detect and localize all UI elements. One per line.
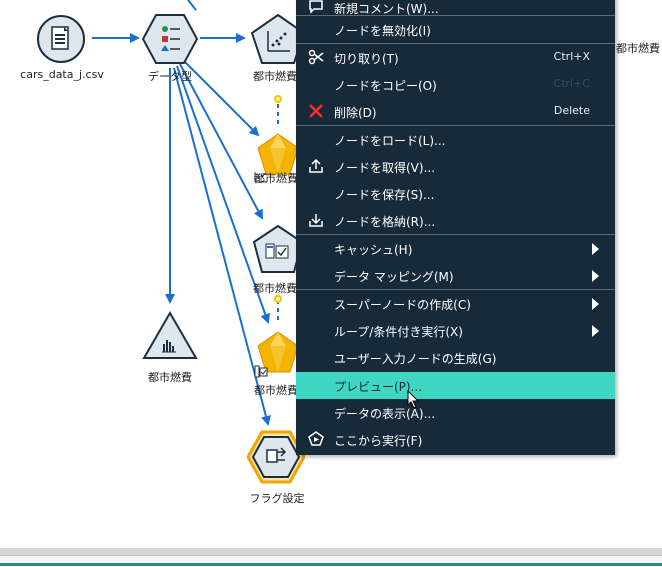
model1-node-label: 都市燃費 <box>254 172 298 185</box>
menu-item-run-from-here[interactable]: ここから実行(F) <box>296 426 615 453</box>
menu-item-loop-conditional[interactable]: ループ/条件付き実行(X) <box>296 317 615 344</box>
flag-node-label: フラグ設定 <box>249 492 305 505</box>
database-file-icon <box>37 15 85 63</box>
histogram-node-label: 都市燃費 <box>148 371 192 384</box>
type-node-label: データ型 <box>148 70 192 83</box>
menu-item-generate-user-input[interactable]: ユーザー入力ノードの生成(G) <box>296 344 615 371</box>
context-menu: 新規コメント(W)... ノードを無効化(I) 切り取り(T) Ctrl+X ノ… <box>296 0 615 455</box>
source-node[interactable] <box>36 14 86 64</box>
link-type-model1 <box>182 59 260 137</box>
menu-item-show-data[interactable]: データの表示(A)... <box>296 399 615 426</box>
delete-x-icon <box>308 103 324 119</box>
canvas-scrollbar-area <box>0 548 662 567</box>
mouse-cursor-icon <box>407 390 420 409</box>
download-icon <box>308 212 324 228</box>
upload-icon <box>308 158 324 174</box>
menu-item-preview[interactable]: プレビュー(P)... <box>296 372 615 399</box>
menu-item-delete[interactable]: 削除(D) Delete <box>296 98 615 125</box>
type-node-icon <box>141 14 199 64</box>
submenu-arrow-icon <box>592 325 599 337</box>
menu-item-copy-node[interactable]: ノードをコピー(O) Ctrl+C <box>296 71 615 98</box>
type-node[interactable] <box>141 13 199 65</box>
sparkle-icon <box>272 90 284 103</box>
menu-item-disable-node[interactable]: ノードを無効化(I) <box>296 16 615 43</box>
menu-item-cut[interactable]: 切り取り(T) Ctrl+X <box>296 44 615 71</box>
histogram-node[interactable] <box>142 310 198 360</box>
menu-item-store-node[interactable]: ノードを格納(R)... <box>296 207 615 234</box>
right-partial-label: 都市燃費 <box>616 42 660 55</box>
menu-item-data-mapping[interactable]: データ マッピング(M) <box>296 262 615 289</box>
submenu-arrow-icon <box>592 243 599 255</box>
run-from-here-icon <box>308 431 324 447</box>
link-offscreen <box>187 0 197 11</box>
histogram-icon <box>142 311 198 359</box>
menu-item-load-node[interactable]: ノードをロード(L)... <box>296 126 615 153</box>
sparkle-icon-2 <box>272 290 284 303</box>
model2-node-label: 都市燃費 <box>254 384 298 397</box>
comment-icon <box>308 0 324 15</box>
table-badge-icon <box>254 364 268 378</box>
menu-item-create-supernode[interactable]: スーパーノードの作成(C) <box>296 290 615 317</box>
scissors-icon <box>308 49 324 65</box>
menu-item-cache[interactable]: キャッシュ(H) <box>296 235 615 262</box>
submenu-arrow-icon <box>592 298 599 310</box>
plot-node-label: 都市燃費 <box>253 70 297 83</box>
menu-item-save-node[interactable]: ノードを保存(S)... <box>296 180 615 207</box>
submenu-arrow-icon <box>592 270 599 282</box>
menu-item-get-node[interactable]: ノードを取得(V)... <box>296 153 615 180</box>
source-node-label: cars_data_j.csv <box>20 68 104 81</box>
